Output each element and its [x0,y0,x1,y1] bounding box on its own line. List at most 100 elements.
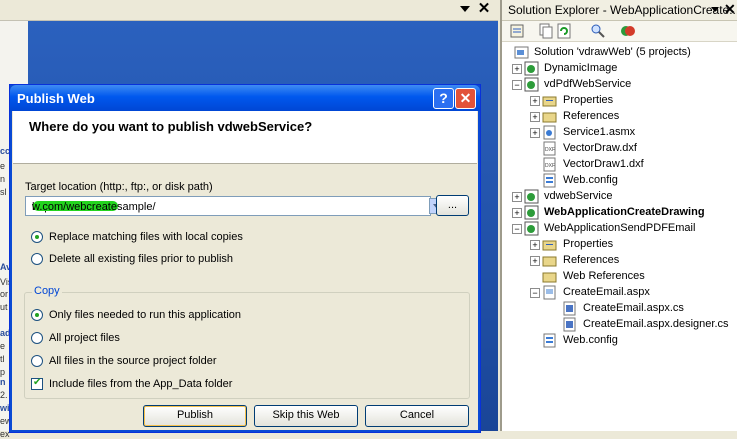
copy-all-project-files-radio[interactable] [31,332,43,344]
aspx-file-icon [543,285,556,300]
node-label: CreateEmail.aspx [563,286,650,298]
replace-files-radio[interactable] [31,231,43,243]
target-location-label: Target location (http:, ftp:, or disk pa… [25,181,213,193]
node-label: VectorDraw1.dxf [563,158,644,170]
dialog-title: Publish Web [17,91,95,106]
node-label: vdwebService [544,190,613,202]
expand-icon[interactable]: + [530,256,540,266]
dxf-file-icon: DXF [543,141,556,156]
document-tab-strip [0,0,498,21]
include-app-data-label[interactable]: Include files from the App_Data folder [49,378,232,390]
node-label: Web References [563,270,645,282]
replace-files-label[interactable]: Replace matching files with local copies [49,231,243,243]
text-fragment: n [0,174,6,184]
cancel-button[interactable]: Cancel [365,405,469,427]
web-project-icon [524,61,539,76]
solution-icon [514,46,529,59]
node-label: Service1.asmx [563,126,636,138]
copy-needed-files-radio[interactable] [31,309,43,321]
node-label: VectorDraw.dxf [563,142,637,154]
skip-this-web-button[interactable]: Skip this Web [254,405,358,427]
text-fragment: e [0,161,6,171]
solution-explorer-titlebar: Solution Explorer - WebApplicationCreate… [502,0,737,21]
node-label: DynamicImage [544,62,618,74]
node-label: CreateEmail.aspx.cs [583,302,684,314]
web-project-icon [524,205,539,220]
dialog-heading: Where do you want to publish vdwebServic… [29,119,313,134]
copy-all-source-files-label[interactable]: All files in the source project folder [49,355,217,367]
url-suffix: w.com/webcreatesample/ [32,201,156,213]
view-class-diagram-icon[interactable] [590,23,606,39]
text-fragment: n [0,377,6,387]
web-project-icon [524,221,539,236]
web-project-icon [524,77,539,92]
expand-icon[interactable]: + [530,240,540,250]
copy-group-legend: Copy [32,285,62,297]
web-references-folder-icon [542,272,557,283]
expand-icon[interactable]: + [530,112,540,122]
node-label: Web.config [563,174,618,186]
delete-files-label[interactable]: Delete all existing files prior to publi… [49,253,233,265]
solution-label: Solution 'vdrawWeb' (5 projects) [534,46,691,58]
solution-explorer-toolbar [502,21,737,42]
svg-text:DXF: DXF [545,147,555,153]
config-file-icon [543,173,556,188]
node-label: WebApplicationSendPDFEmail [544,222,696,234]
references-folder-icon [542,112,557,123]
text-fragment: 2. [0,390,8,400]
expand-icon[interactable]: + [530,128,540,138]
copy-needed-files-label[interactable]: Only files needed to run this applicatio… [49,309,241,321]
copy-web-site-icon[interactable] [620,23,636,39]
text-fragment: e [0,341,6,351]
publish-web-dialog: Publish Web ? ✕ Where do you want to pub… [9,84,481,433]
close-document-button[interactable]: ✕ [476,1,492,17]
close-panel-icon[interactable]: ✕ [724,1,736,18]
node-label: References [563,110,620,122]
dialog-header: Where do you want to publish vdwebServic… [13,111,477,164]
collapse-icon[interactable]: − [512,80,522,90]
node-label: CreateEmail.aspx.designer.cs [583,318,729,330]
text-fragment: or [0,289,9,299]
svg-text:DXF: DXF [545,163,555,169]
text-fragment: ut [0,302,8,312]
properties-icon[interactable] [509,23,525,39]
cs-file-icon [563,317,576,332]
node-label: vdPdfWebService [544,78,632,90]
expand-icon[interactable]: + [512,208,522,218]
node-label: References [563,254,620,266]
node-label: WebApplicationCreateDrawing [544,206,705,218]
publish-button[interactable]: Publish [143,405,247,427]
delete-files-radio[interactable] [31,253,43,265]
refresh-icon[interactable] [556,23,572,39]
web-project-icon [524,189,539,204]
solution-explorer-panel: Solution Explorer - WebApplicationCreate… [500,0,737,431]
target-location-combobox[interactable]: http://w.com/webcreatesample/ [25,196,445,216]
dxf-file-icon: DXF [543,157,556,172]
expand-icon[interactable]: + [530,96,540,106]
help-button[interactable]: ? [433,88,454,109]
cs-file-icon [563,301,576,316]
collapse-icon[interactable]: − [530,288,540,298]
config-file-icon [543,333,556,348]
show-all-files-icon[interactable] [538,23,554,39]
references-folder-icon [542,256,557,267]
collapse-icon[interactable]: − [512,224,522,234]
copy-all-project-files-label[interactable]: All project files [49,332,120,344]
close-button[interactable]: ✕ [455,88,476,109]
expand-icon[interactable]: + [512,64,522,74]
tab-list-arrow-icon[interactable] [460,6,470,12]
properties-folder-icon [542,96,557,107]
properties-folder-icon [542,240,557,251]
browse-button[interactable]: ... [436,195,469,216]
window-position-icon[interactable] [711,7,719,12]
text-fragment: sl [0,187,7,197]
asmx-file-icon [543,125,556,140]
expand-icon[interactable]: + [512,192,522,202]
node-label: Web.config [563,334,618,346]
copy-all-source-files-radio[interactable] [31,355,43,367]
dialog-titlebar: Publish Web ? ✕ [10,85,480,111]
text-fragment: p [0,367,6,377]
include-app-data-checkbox[interactable] [31,377,43,390]
node-label: Properties [563,238,614,250]
text-fragment: tl [0,354,5,364]
